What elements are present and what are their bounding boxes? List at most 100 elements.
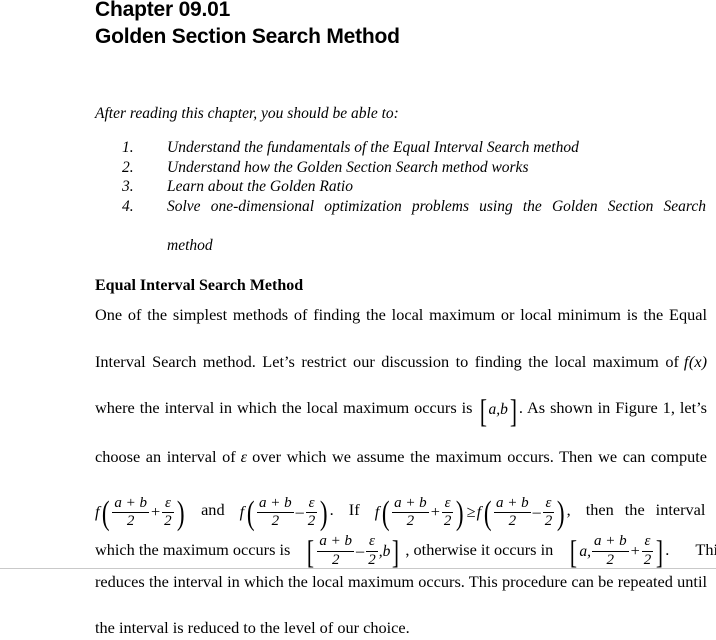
body-line-3-tail: . As shown in Figure 1, let’s bbox=[518, 398, 707, 418]
comma-1: , bbox=[566, 500, 571, 520]
fraction-denominator: 2 bbox=[307, 513, 316, 530]
fraction-numerator: a + b bbox=[392, 495, 429, 514]
objective-text: Learn about the Golden Ratio bbox=[167, 178, 353, 195]
fraction-a-plus-b-over-2: a + b2 bbox=[112, 495, 149, 531]
body-line-6-tail: This bbox=[695, 539, 716, 559]
fraction-eps-over-2: ε2 bbox=[641, 534, 654, 569]
fraction-eps-over-2: ε2 bbox=[366, 534, 378, 569]
line5-tail-interval: interval bbox=[655, 500, 706, 520]
line5-tail-then: then bbox=[585, 500, 614, 520]
list-item: Learn about the Golden Ratio bbox=[122, 177, 706, 197]
fraction-denominator: 2 bbox=[406, 513, 415, 530]
objective-text: Understand how the Golden Section Search… bbox=[167, 158, 529, 176]
chapter-number: Chapter 09.01 bbox=[95, 0, 231, 21]
fraction-a-plus-b-over-2: a + b2 bbox=[257, 495, 294, 531]
math-interval-lower: [a + b 2– ε 2 ,b] bbox=[307, 533, 400, 572]
fraction-denominator: 2 bbox=[443, 513, 452, 530]
math-interval-upper: [a, a + b 2 + ε 2] bbox=[570, 533, 664, 572]
math-expr-f-plus: f(a + b 2 + ε 2) bbox=[95, 494, 185, 533]
interval-endpoints: a,b bbox=[488, 401, 508, 419]
fraction-denominator: 2 bbox=[331, 552, 340, 569]
plus-operator: + bbox=[150, 501, 161, 521]
math-function-f: f bbox=[95, 501, 100, 521]
body-line-6-math: which the maximum occurs is [a + b 2– ε 2 ,b… bbox=[95, 531, 716, 572]
body-line-3: where the interval in which the local ma… bbox=[95, 393, 707, 445]
body-line-5-math: f(a + b 2 + ε 2) and f(a + b 2– ε 2). If f(a + … bbox=[95, 491, 707, 533]
minus-operator: – bbox=[532, 501, 541, 521]
objective-text: Solve one-dimensional optimization probl… bbox=[167, 197, 706, 215]
fraction-eps-over-2: ε2 bbox=[542, 495, 555, 531]
fraction-denominator: 2 bbox=[643, 552, 652, 569]
interval-endpoint-b: b bbox=[382, 542, 391, 560]
interval-comma: , bbox=[587, 542, 591, 560]
body-line-2-text: Interval Search method. Let’s restrict o… bbox=[95, 351, 679, 371]
math-interval-ab: [a,b] bbox=[479, 393, 517, 430]
conjunction-if: If bbox=[348, 500, 360, 520]
fraction-denominator: 2 bbox=[544, 513, 553, 530]
math-inequality: f(a + b 2 + ε 2) ≥f(a + b 2– ε 2) bbox=[374, 494, 565, 533]
minus-operator: – bbox=[295, 501, 304, 521]
document-page: Chapter 09.01 Golden Section Search Meth… bbox=[0, 0, 716, 637]
objectives-list: Understand the fundamentals of the Equal… bbox=[95, 138, 707, 255]
objective-text: Understand the fundamentals of the Equal… bbox=[167, 139, 579, 156]
section-heading: Equal Interval Search Method bbox=[95, 277, 304, 294]
list-item: Solve one-dimensional optimization probl… bbox=[122, 197, 706, 256]
math-function-f: f bbox=[374, 501, 380, 521]
body-line-7: reduces the interval in which the local … bbox=[95, 571, 707, 591]
fraction-denominator: 2 bbox=[271, 513, 280, 530]
list-item: Understand how the Golden Section Search… bbox=[122, 158, 706, 178]
fraction-denominator: 2 bbox=[164, 513, 172, 530]
fraction-a-plus-b-over-2: a + b2 bbox=[494, 495, 531, 531]
body-line-4-text: choose an interval of bbox=[95, 446, 236, 466]
fraction-a-plus-b-over-2: a + b2 bbox=[591, 534, 629, 569]
fraction-denominator: 2 bbox=[606, 552, 615, 569]
fraction-denominator: 2 bbox=[508, 513, 517, 530]
chapter-title: Golden Section Search Method bbox=[95, 25, 400, 48]
fraction-numerator: a + b bbox=[112, 495, 149, 514]
period-1: . bbox=[329, 500, 334, 520]
math-arg-x: (x) bbox=[688, 351, 707, 371]
fraction-numerator: ε bbox=[305, 495, 318, 514]
fraction-denominator: 2 bbox=[126, 513, 135, 530]
objectives-intro: After reading this chapter, you should b… bbox=[95, 105, 399, 122]
fraction-eps-over-2: ε2 bbox=[162, 495, 174, 531]
page-title: Chapter 09.01 Golden Section Search Meth… bbox=[95, 0, 707, 50]
interval-endpoint-a: a bbox=[579, 542, 588, 560]
minus-operator: – bbox=[356, 540, 365, 560]
fraction-a-plus-b-over-2: a + b2 bbox=[317, 534, 355, 569]
plus-operator: + bbox=[430, 501, 440, 521]
body-line-1: One of the simplest methods of finding t… bbox=[95, 305, 707, 324]
body-line-3-text: where the interval in which the local ma… bbox=[95, 398, 473, 418]
fraction-eps-over-2: ε2 bbox=[305, 495, 318, 531]
line5-tail-the: the bbox=[624, 500, 645, 520]
fraction-eps-over-2: ε2 bbox=[441, 495, 454, 531]
body-line-8: the interval is reduced to the level of … bbox=[95, 618, 410, 638]
fraction-numerator: ε bbox=[162, 495, 174, 514]
fraction-numerator: a + b bbox=[494, 495, 531, 514]
math-epsilon: ε bbox=[240, 446, 248, 466]
objective-text-continued: method bbox=[167, 236, 213, 254]
fraction-numerator: ε bbox=[542, 495, 555, 514]
conjunction-and: and bbox=[201, 500, 225, 520]
body-line-4-tail: over which we assume the maximum occurs.… bbox=[252, 446, 707, 466]
body-line-2: Interval Search method. Let’s restrict o… bbox=[95, 350, 707, 397]
body-line-4: choose an interval of ε over which we assu… bbox=[95, 445, 707, 492]
fraction-numerator: a + b bbox=[591, 534, 629, 553]
math-function-f: f bbox=[239, 501, 245, 521]
greater-equal-operator: ≥ bbox=[466, 501, 476, 521]
body-line-6-text: which the maximum occurs is bbox=[95, 539, 291, 559]
fraction-a-plus-b-over-2: a + b2 bbox=[392, 495, 429, 531]
fraction-numerator: ε bbox=[441, 495, 454, 514]
body-line-6-middle: , otherwise it occurs in bbox=[405, 539, 554, 559]
period-2: . bbox=[665, 539, 670, 559]
fraction-numerator: a + b bbox=[257, 495, 294, 514]
fraction-denominator: 2 bbox=[368, 552, 376, 569]
fraction-numerator: ε bbox=[641, 534, 654, 553]
fraction-numerator: ε bbox=[366, 534, 378, 553]
body-paragraph: One of the simplest methods of finding t… bbox=[95, 303, 716, 640]
math-expr-f-minus: f(a + b 2– ε 2) bbox=[239, 494, 328, 533]
math-function-f: f bbox=[476, 501, 482, 521]
page-content: Chapter 09.01 Golden Section Search Meth… bbox=[95, 0, 716, 640]
list-item: Understand the fundamentals of the Equal… bbox=[122, 138, 706, 158]
fraction-numerator: a + b bbox=[317, 534, 355, 553]
